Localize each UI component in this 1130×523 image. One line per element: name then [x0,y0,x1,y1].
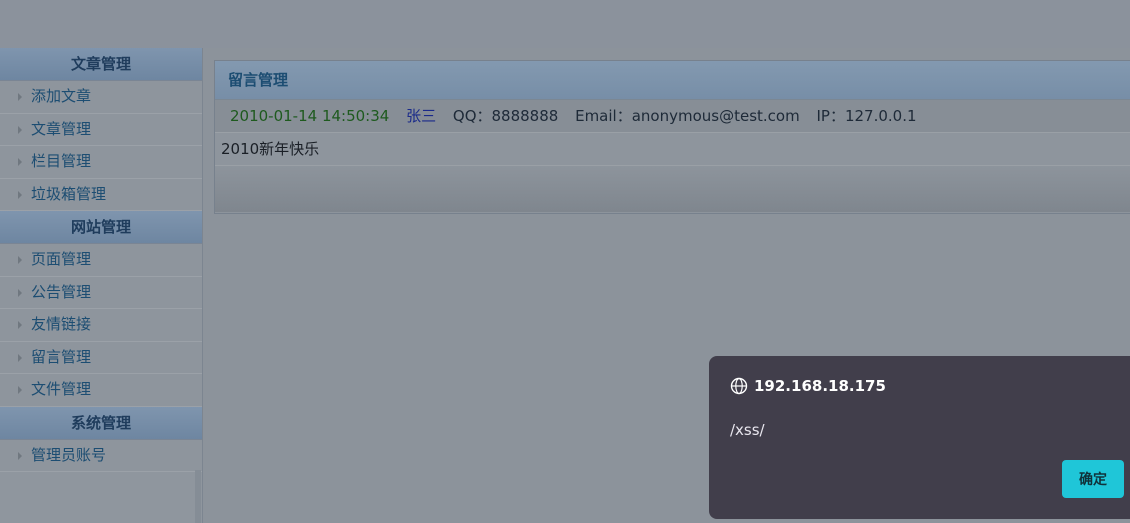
sidebar-item-page-manage[interactable]: 页面管理 [0,244,202,277]
alert-dialog: 192.168.18.175 /xss/ 确定 [709,356,1130,519]
sidebar-item-article-manage[interactable]: 文章管理 [0,113,202,146]
message-author: 张三 [406,107,437,125]
top-bar [0,0,1130,48]
sidebar-item-file-manage[interactable]: 文件管理 [0,374,202,407]
sidebar-item-message-manage[interactable]: 留言管理 [0,341,202,374]
bullet-arrow-icon [18,288,22,297]
sidebar-item-label: 添加文章 [31,87,92,105]
message-footer [215,166,1130,212]
message-date: 2010-01-14 14:50:34 [230,107,390,125]
sidebar-item-label: 留言管理 [31,347,92,366]
sidebar-item-notice-manage[interactable]: 公告管理 [0,276,202,309]
dialog-message: /xss/ [730,421,765,439]
panel-title: 留言管理 [215,61,1130,100]
sidebar-item-label: 公告管理 [31,282,92,301]
sidebar-item-label: 文章管理 [31,119,92,138]
sidebar-item-friend-links[interactable]: 友情链接 [0,309,202,342]
sidebar-item-trash-manage[interactable]: 垃圾箱管理 [0,178,202,211]
ok-button[interactable]: 确定 [1062,460,1124,498]
sidebar-section-system: 系统管理 [0,406,202,440]
sidebar-item-add-article[interactable]: 添加文章 [0,81,202,114]
sidebar-item-label: 管理员账号 [31,445,107,464]
bullet-arrow-icon [18,353,22,362]
message-qq: QQ：8888888 [452,107,559,125]
sidebar-item-admin-account[interactable]: 管理员账号 [0,439,202,472]
dialog-origin: 192.168.18.175 [730,376,886,396]
sidebar-item-label: 友情链接 [31,315,92,333]
message-panel: 留言管理 2010-01-14 14:50:34 张三 QQ：8888888 E… [214,60,1130,214]
bullet-arrow-icon [18,451,22,460]
sidebar-section-article: 文章管理 [0,48,202,81]
bullet-arrow-icon [18,190,22,199]
dialog-origin-text: 192.168.18.175 [754,377,886,395]
sidebar-item-label: 页面管理 [31,250,92,268]
sidebar-section-site: 网站管理 [0,211,202,244]
bullet-arrow-icon [18,321,22,329]
message-ip: IP：127.0.0.1 [816,107,917,125]
bullet-arrow-icon [18,158,22,166]
globe-icon [730,377,748,395]
bullet-arrow-icon [18,256,22,264]
bullet-arrow-icon [18,125,22,134]
bullet-arrow-icon [18,386,22,394]
message-meta-row: 2010-01-14 14:50:34 张三 QQ：8888888 Email：… [215,100,1130,133]
message-content: 2010新年快乐 [215,133,1130,166]
sidebar-scrollbar[interactable] [195,470,201,523]
sidebar: 文章管理 添加文章 文章管理 栏目管理 垃圾箱管理 网站管理 页面管理 公告管理… [0,48,203,523]
sidebar-item-label: 文件管理 [31,380,92,398]
sidebar-item-label: 垃圾箱管理 [31,184,107,203]
message-email: Email：anonymous@test.com [575,107,800,125]
sidebar-item-label: 栏目管理 [31,152,92,170]
sidebar-item-column-manage[interactable]: 栏目管理 [0,146,202,179]
bullet-arrow-icon [18,93,22,101]
